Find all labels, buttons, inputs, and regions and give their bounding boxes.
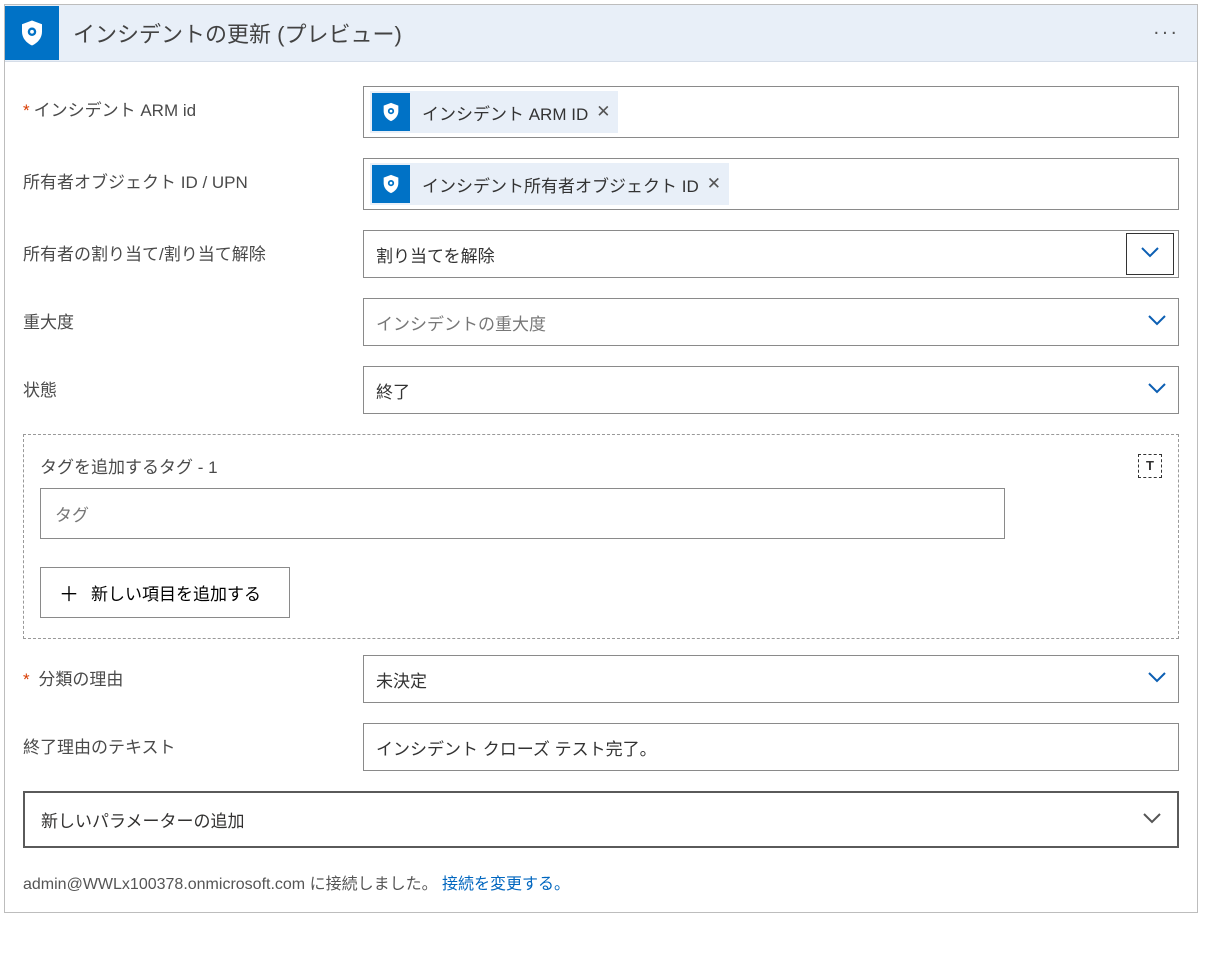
token-remove-icon[interactable]: ✕ [707,174,721,194]
connection-footer: admin@WWLx100378.onmicrosoft.com に接続しました… [23,870,1179,894]
field-label: 状態 [23,366,363,401]
field-owner-object-id: 所有者オブジェクト ID / UPN インシデント所有者オブジェクト ID ✕ [23,158,1179,210]
tags-label: タグを追加するタグ - 1 [40,453,218,478]
field-close-reason-text: 終了理由のテキスト インシデント クローズ テスト完了。 [23,723,1179,771]
field-owner-assign: 所有者の割り当て/割り当て解除 割り当てを解除 [23,230,1179,278]
sentinel-shield-icon [5,6,59,60]
field-classification-reason: * 分類の理由 未決定 [23,655,1179,703]
severity-select[interactable]: インシデントの重大度 [363,298,1179,346]
chevron-down-icon [1126,233,1174,275]
field-label: 重大度 [23,298,363,333]
select-value: 終了 [376,378,410,403]
token-remove-icon[interactable]: ✕ [596,102,610,122]
field-status: 状態 終了 [23,366,1179,414]
owner-id-input[interactable]: インシデント所有者オブジェクト ID ✕ [363,158,1179,210]
close-reason-input[interactable]: インシデント クローズ テスト完了。 [363,723,1179,771]
token-incident-arm-id[interactable]: インシデント ARM ID ✕ [370,91,618,133]
select-value: 未決定 [376,667,427,692]
status-select[interactable]: 終了 [363,366,1179,414]
field-label: 所有者オブジェクト ID / UPN [23,158,363,193]
chevron-down-icon [1148,380,1166,400]
token-label: インシデント ARM ID [422,100,588,125]
arm-id-input[interactable]: インシデント ARM ID ✕ [363,86,1179,138]
sentinel-shield-icon [372,93,410,131]
card-title: インシデントの更新 (プレビュー) [73,17,402,49]
select-value: 割り当てを解除 [376,242,495,267]
add-item-button[interactable]: ＋ 新しい項目を追加する [40,567,290,618]
tag-input[interactable]: タグ [40,488,1005,539]
token-label: インシデント所有者オブジェクト ID [422,172,699,197]
add-item-label: 新しい項目を追加する [91,580,261,605]
required-mark: * [23,101,30,120]
field-label: *インシデント ARM id [23,86,363,121]
classification-select[interactable]: 未決定 [363,655,1179,703]
chevron-down-icon [1148,669,1166,689]
connection-status-text: admin@WWLx100378.onmicrosoft.com に接続しました… [23,876,442,893]
change-connection-link[interactable]: 接続を変更する。 [442,876,570,893]
tags-group: タグを追加するタグ - 1 T タグ ＋ 新しい項目を追加する [23,434,1179,639]
field-label: 終了理由のテキスト [23,723,363,758]
field-severity: 重大度 インシデントの重大度 [23,298,1179,346]
input-value: インシデント クローズ テスト完了。 [376,735,657,760]
plus-icon: ＋ [59,578,79,607]
update-incident-card: インシデントの更新 (プレビュー) ··· *インシデント ARM id [4,4,1198,913]
switch-mode-icon[interactable]: T [1138,454,1162,478]
select-value: インシデントの重大度 [376,310,546,335]
new-param-label: 新しいパラメーターの追加 [41,807,245,832]
card-menu-button[interactable]: ··· [1153,22,1179,45]
field-incident-arm-id: *インシデント ARM id インシデント ARM ID ✕ [23,86,1179,138]
sentinel-shield-icon [372,165,410,203]
chevron-down-icon [1143,810,1161,830]
required-mark: * [23,670,30,689]
field-label: * 分類の理由 [23,655,363,690]
assign-select[interactable]: 割り当てを解除 [363,230,1179,278]
add-new-parameter-select[interactable]: 新しいパラメーターの追加 [23,791,1179,848]
card-body: *インシデント ARM id インシデント ARM ID ✕ [5,62,1197,912]
token-owner-object-id[interactable]: インシデント所有者オブジェクト ID ✕ [370,163,729,205]
card-header: インシデントの更新 (プレビュー) ··· [5,5,1197,62]
field-label: 所有者の割り当て/割り当て解除 [23,230,363,265]
chevron-down-icon [1148,312,1166,332]
